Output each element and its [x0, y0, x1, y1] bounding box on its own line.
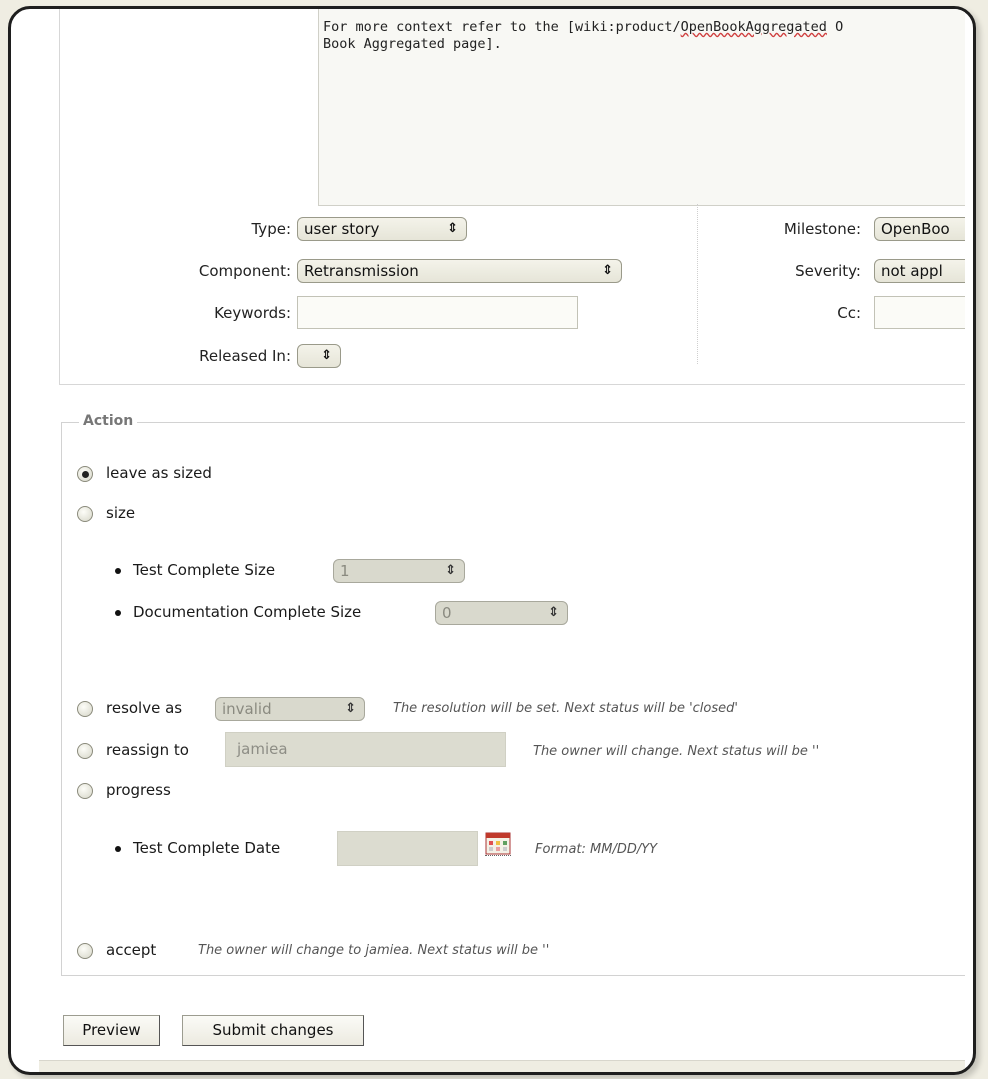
size-radio[interactable]	[77, 506, 93, 522]
test-size-label: Test Complete Size	[133, 561, 276, 579]
bottom-strip	[39, 1060, 965, 1072]
description-textarea[interactable]: For more context refer to the [wiki:prod…	[318, 9, 965, 206]
milestone-select-value: OpenBoo	[881, 220, 950, 238]
reassign-hint: The owner will change. Next status will …	[533, 744, 820, 759]
severity-select-value: not appl	[881, 262, 943, 280]
type-select-value: user story	[304, 220, 380, 238]
reassign-owner-value: jamiea	[237, 740, 288, 758]
reassign-owner-input[interactable]: jamiea	[225, 732, 506, 767]
resolution-select[interactable]: invalid ⇕	[215, 697, 365, 721]
action-fieldset	[61, 422, 965, 976]
resolve-label: resolve as	[106, 699, 183, 717]
released-in-label: Released In:	[199, 347, 291, 365]
action-legend: Action	[79, 413, 138, 429]
description-line-2: Book Aggregated page].	[323, 36, 502, 52]
window-frame: For more context refer to the [wiki:prod…	[8, 6, 976, 1075]
test-date-label: Test Complete Date	[133, 839, 281, 857]
test-size-value: 1	[340, 562, 350, 580]
type-label: Type:	[251, 220, 291, 238]
reassign-label: reassign to	[106, 741, 189, 759]
keywords-input[interactable]	[297, 296, 578, 329]
calendar-icon[interactable]	[485, 832, 511, 856]
released-in-select[interactable]: ⇕	[297, 344, 341, 368]
select-arrows-icon: ⇕	[447, 221, 458, 236]
cc-label: Cc:	[837, 304, 861, 322]
component-select-value: Retransmission	[304, 262, 419, 280]
preview-button[interactable]: Preview	[63, 1015, 160, 1046]
date-format-hint: Format: MM/DD/YY	[535, 842, 658, 857]
ticket-form: For more context refer to the [wiki:prod…	[39, 9, 965, 1061]
severity-select[interactable]: not appl	[874, 259, 965, 283]
accept-radio[interactable]	[77, 943, 93, 959]
test-size-select[interactable]: 1 ⇕	[333, 559, 465, 583]
severity-label: Severity:	[795, 262, 861, 280]
test-date-input[interactable]	[337, 831, 478, 866]
doc-size-label: Documentation Complete Size	[133, 603, 362, 621]
resolution-value: invalid	[222, 700, 272, 718]
bullet	[115, 568, 121, 574]
doc-size-select[interactable]: 0 ⇕	[435, 601, 568, 625]
keywords-label: Keywords:	[214, 304, 291, 322]
description-line-1: For more context refer to the [wiki:prod…	[323, 19, 844, 35]
select-arrows-icon: ⇕	[445, 563, 456, 578]
reassign-radio[interactable]	[77, 743, 93, 759]
bullet	[115, 846, 121, 852]
accept-label: accept	[106, 941, 157, 959]
column-divider	[697, 204, 698, 364]
size-label: size	[106, 504, 136, 522]
resolve-hint: The resolution will be set. Next status …	[393, 701, 738, 716]
submit-changes-button[interactable]: Submit changes	[182, 1015, 364, 1046]
resolve-radio[interactable]	[77, 701, 93, 717]
milestone-select[interactable]: OpenBoo	[874, 217, 965, 241]
progress-radio[interactable]	[77, 783, 93, 799]
leave-label: leave as sized	[106, 464, 212, 482]
leave-radio[interactable]	[77, 466, 93, 482]
select-arrows-icon: ⇕	[321, 348, 332, 363]
type-select[interactable]: user story ⇕	[297, 217, 467, 241]
milestone-label: Milestone:	[783, 220, 861, 238]
component-select[interactable]: Retransmission ⇕	[297, 259, 622, 283]
progress-label: progress	[106, 781, 171, 799]
select-arrows-icon: ⇕	[548, 605, 559, 620]
component-label: Component:	[198, 262, 291, 280]
cc-input[interactable]	[874, 296, 965, 329]
select-arrows-icon: ⇕	[602, 263, 613, 278]
accept-hint: The owner will change to jamiea. Next st…	[198, 943, 550, 958]
bullet	[115, 610, 121, 616]
doc-size-value: 0	[442, 604, 452, 622]
select-arrows-icon: ⇕	[345, 701, 356, 716]
